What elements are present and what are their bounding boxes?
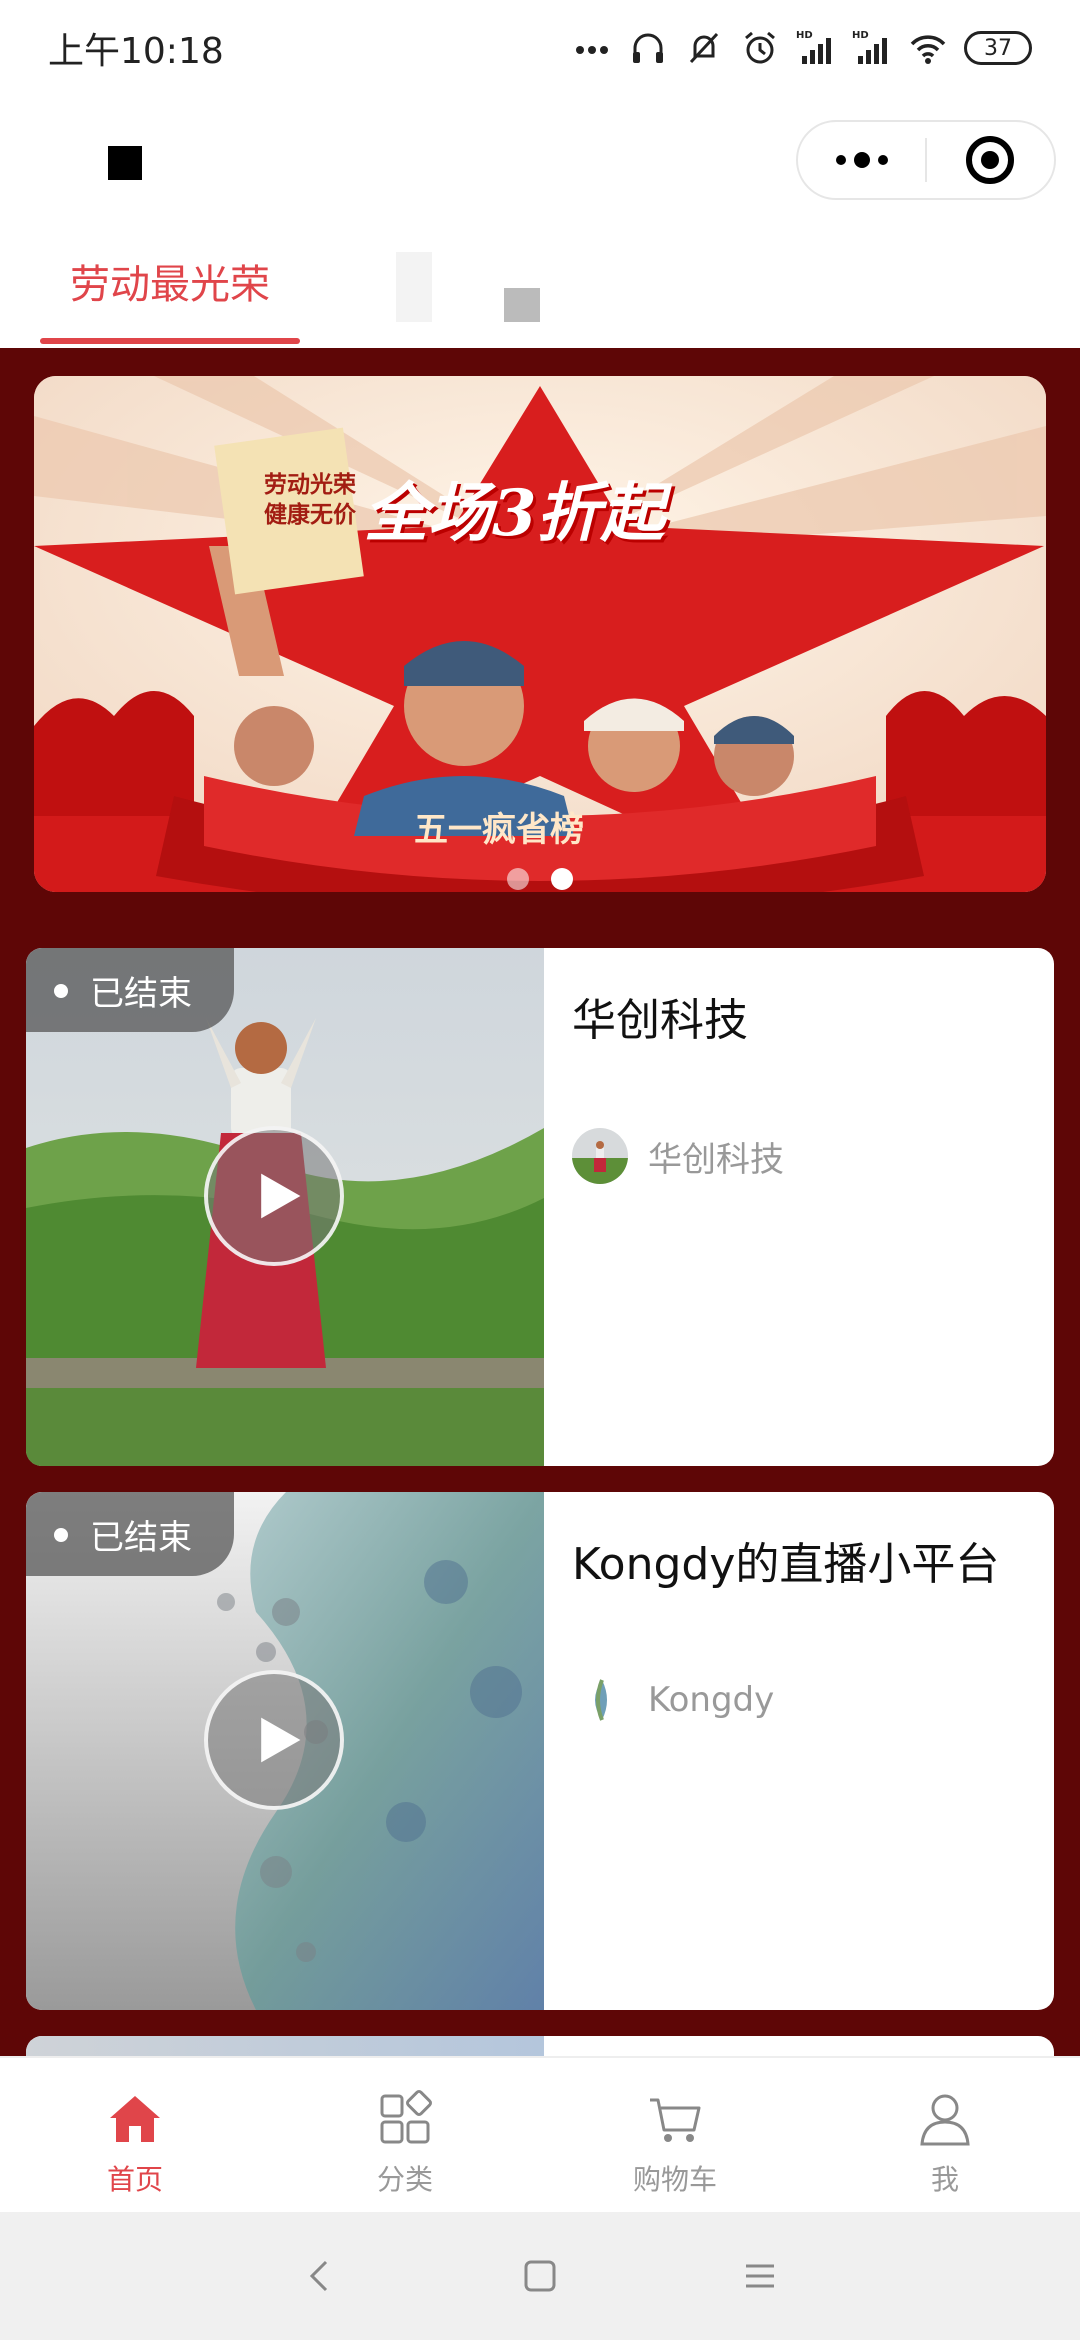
status-badge: 已结束 — [26, 948, 234, 1032]
menu-icon[interactable] — [730, 2246, 790, 2306]
banner-book-text: 劳动光荣 健康无价 — [264, 472, 356, 528]
play-icon[interactable] — [204, 1670, 344, 1810]
tabbar-item-category[interactable]: 分类 — [270, 2058, 540, 2212]
home-icon — [104, 2088, 166, 2150]
tabbar-item-me[interactable]: 我 — [810, 2058, 1080, 2212]
live-title: 华创科技 — [572, 995, 748, 1046]
tabbar-label: 首页 — [106, 2163, 163, 2196]
svg-text:HD: HD — [796, 30, 813, 41]
author-row[interactable]: Kongdy — [572, 1672, 774, 1728]
avatar — [572, 1672, 628, 1728]
bottom-tabbar: 首页 分类 购物车 我 — [0, 2056, 1080, 2212]
status-label: 已结束 — [90, 1517, 192, 1558]
mute-bell-icon — [684, 28, 724, 68]
live-thumbnail[interactable]: 已结束 — [26, 1492, 544, 2010]
tabbar-label: 分类 — [376, 2163, 433, 2196]
category-grid-icon — [374, 2088, 436, 2150]
live-title: Kongdy的直播小平台 — [572, 1539, 1000, 1590]
tabbar-label: 我 — [930, 2163, 959, 2196]
banner-section: 劳动光荣 健康无价 全场3折起 五一疯省榜 — [0, 348, 1080, 920]
alarm-icon — [740, 28, 780, 68]
more-dots-icon — [572, 28, 612, 68]
live-thumbnail[interactable]: 已结束 — [26, 948, 544, 1466]
banner-pagination — [0, 868, 1080, 890]
battery-icon: 37 — [964, 31, 1032, 65]
back-icon[interactable] — [290, 2246, 350, 2306]
signal-hd-icon: HD — [796, 28, 836, 68]
avatar — [572, 1128, 628, 1184]
more-dots-icon[interactable] — [798, 122, 925, 198]
tab-active-indicator — [40, 338, 300, 344]
headset-icon — [628, 28, 668, 68]
badge-dot — [54, 984, 68, 998]
nav-placeholder-square — [108, 146, 142, 180]
author-name: Kongdy — [648, 1680, 775, 1720]
tabbar-label: 购物车 — [632, 2163, 717, 2196]
author-row[interactable]: 华创科技 — [572, 1128, 784, 1184]
system-navigation-bar — [0, 2212, 1080, 2340]
nav-bar — [0, 96, 1080, 226]
mini-program-capsule — [796, 120, 1056, 200]
pagination-dot-active[interactable] — [551, 868, 573, 890]
user-icon — [914, 2088, 976, 2150]
promo-banner[interactable]: 劳动光荣 健康无价 全场3折起 五一疯省榜 — [34, 376, 1046, 892]
banner-subtitle: 五一疯省榜 — [414, 810, 584, 850]
tabbar-item-cart[interactable]: 购物车 — [540, 2058, 810, 2212]
status-label: 已结束 — [90, 973, 192, 1014]
category-tab-bar: 劳动最光荣 — [0, 226, 1080, 378]
status-time: 上午10:18 — [48, 31, 224, 72]
live-card[interactable]: 已结束 华创科技 华创科技 — [26, 948, 1054, 1466]
play-icon[interactable] — [204, 1126, 344, 1266]
status-badge: 已结束 — [26, 1492, 234, 1576]
status-bar: 上午10:18 HD HD 37 — [0, 0, 1080, 96]
home-square-icon[interactable] — [510, 2246, 570, 2306]
status-icons: HD HD 37 — [572, 28, 1032, 68]
author-name: 华创科技 — [648, 1139, 784, 1180]
wifi-icon — [908, 28, 948, 68]
tab-loading-placeholder — [396, 252, 432, 322]
tab-loading-placeholder — [504, 288, 540, 322]
svg-text:HD: HD — [852, 30, 869, 41]
banner-title: 全场3折起 — [364, 476, 665, 551]
tabbar-item-home[interactable]: 首页 — [0, 2058, 270, 2212]
live-card[interactable]: 已结束 Kongdy的直播小平台 Kongdy — [26, 1492, 1054, 2010]
pagination-dot[interactable] — [507, 868, 529, 890]
badge-dot — [54, 1528, 68, 1542]
cart-icon — [644, 2088, 706, 2150]
signal-hd-icon: HD — [852, 28, 892, 68]
tab-labor-glory[interactable]: 劳动最光荣 — [40, 252, 300, 310]
target-circle-icon[interactable] — [927, 122, 1054, 198]
